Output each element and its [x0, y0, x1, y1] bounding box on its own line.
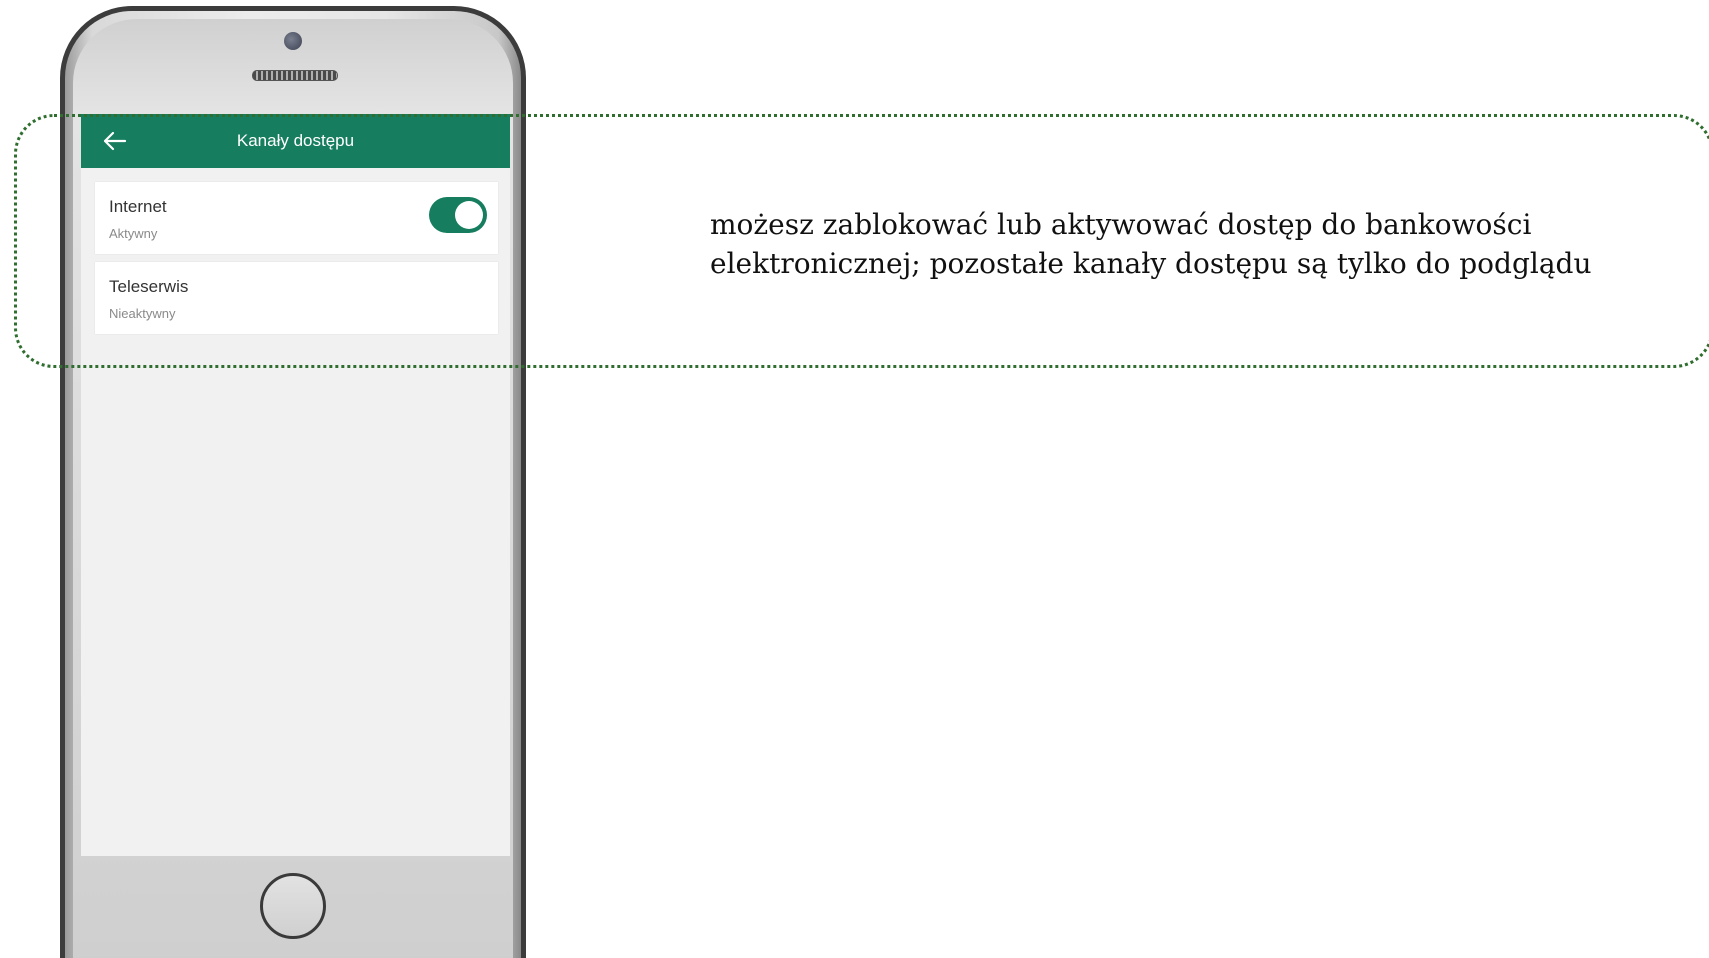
channel-item-teleserwis: Teleserwis Nieaktywny: [95, 262, 498, 334]
page-title: Kanały dostępu: [236, 131, 355, 150]
channel-status: Aktywny: [109, 226, 158, 241]
slide: Kanały dostępu Internet Aktywny Teleserw…: [0, 0, 1709, 958]
annotation-text: możesz zablokować lub aktywować dostęp d…: [710, 208, 1592, 280]
camera-icon: [284, 32, 302, 50]
channel-name: Internet: [109, 197, 167, 216]
channel-status: Nieaktywny: [109, 306, 176, 321]
internet-access-toggle[interactable]: [429, 197, 487, 233]
app-bar: Kanały dostępu: [81, 114, 510, 168]
speaker-grille: [252, 70, 338, 81]
toggle-knob: [455, 201, 483, 229]
channel-name: Teleserwis: [109, 277, 189, 296]
home-button[interactable]: [260, 873, 326, 939]
phone-screen: Kanały dostępu Internet Aktywny Teleserw…: [81, 114, 510, 856]
channel-item-internet: Internet Aktywny: [95, 182, 498, 254]
